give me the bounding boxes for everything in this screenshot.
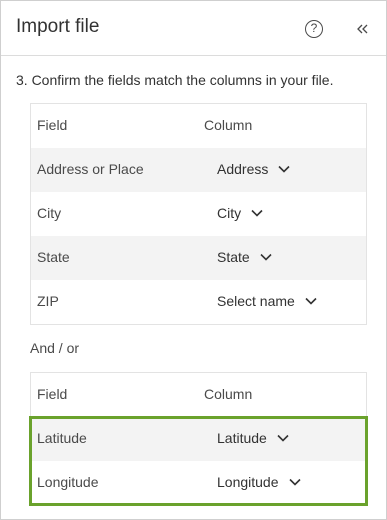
column-select-city[interactable]: City — [217, 205, 263, 221]
column-header: Column — [204, 117, 253, 133]
field-label: City — [37, 205, 62, 221]
coordinate-fields-table: Field Column Latitude Latitude Longitude… — [30, 372, 367, 506]
column-select-address[interactable]: Address — [217, 161, 290, 177]
table-row: State State — [31, 236, 366, 280]
collapse-panel-icon[interactable] — [353, 19, 373, 39]
column-select-longitude[interactable]: Longitude — [217, 474, 301, 490]
table-row: Longitude Longitude — [31, 461, 366, 505]
step-instruction: 3. Confirm the fields match the columns … — [16, 72, 334, 88]
select-value: State — [217, 249, 250, 265]
and-or-label: And / or — [30, 340, 80, 356]
column-select-state[interactable]: State — [217, 249, 272, 265]
panel-title: Import file — [16, 16, 100, 37]
field-label: Latitude — [37, 430, 87, 446]
table-row: Address or Place Address — [31, 148, 366, 192]
chevron-down-icon — [305, 297, 317, 305]
chevron-down-icon — [277, 434, 289, 442]
column-header: Column — [204, 386, 253, 402]
help-icon[interactable]: ? — [305, 20, 323, 38]
chevron-down-icon — [278, 165, 290, 173]
field-header: Field — [37, 386, 68, 402]
table-row: City City — [31, 192, 366, 236]
select-value: City — [217, 205, 242, 221]
select-value: Longitude — [217, 474, 279, 490]
field-label: ZIP — [37, 293, 59, 309]
field-label: Address or Place — [37, 161, 144, 177]
select-value: Latitude — [217, 430, 267, 446]
column-select-zip[interactable]: Select name — [217, 293, 317, 309]
chevron-down-icon — [251, 209, 263, 217]
table-row: Latitude Latitude — [31, 417, 366, 461]
chevron-down-icon — [288, 478, 301, 486]
chevron-down-icon — [260, 253, 272, 261]
address-fields-table: Field Column Address or Place Address Ci… — [30, 103, 367, 325]
field-header: Field — [37, 117, 68, 133]
table-header-row: Field Column — [31, 373, 366, 417]
table-row: ZIP Select name — [31, 280, 366, 324]
table-header-row: Field Column — [31, 104, 366, 148]
field-label: State — [37, 249, 70, 265]
panel-header: Import file ? — [1, 1, 386, 56]
import-file-panel: Import file ? 3. Confirm the fields matc… — [0, 0, 387, 520]
field-label: Longitude — [37, 474, 99, 490]
select-value: Select name — [217, 293, 295, 309]
select-value: Address — [217, 161, 269, 177]
column-select-latitude[interactable]: Latitude — [217, 430, 289, 446]
